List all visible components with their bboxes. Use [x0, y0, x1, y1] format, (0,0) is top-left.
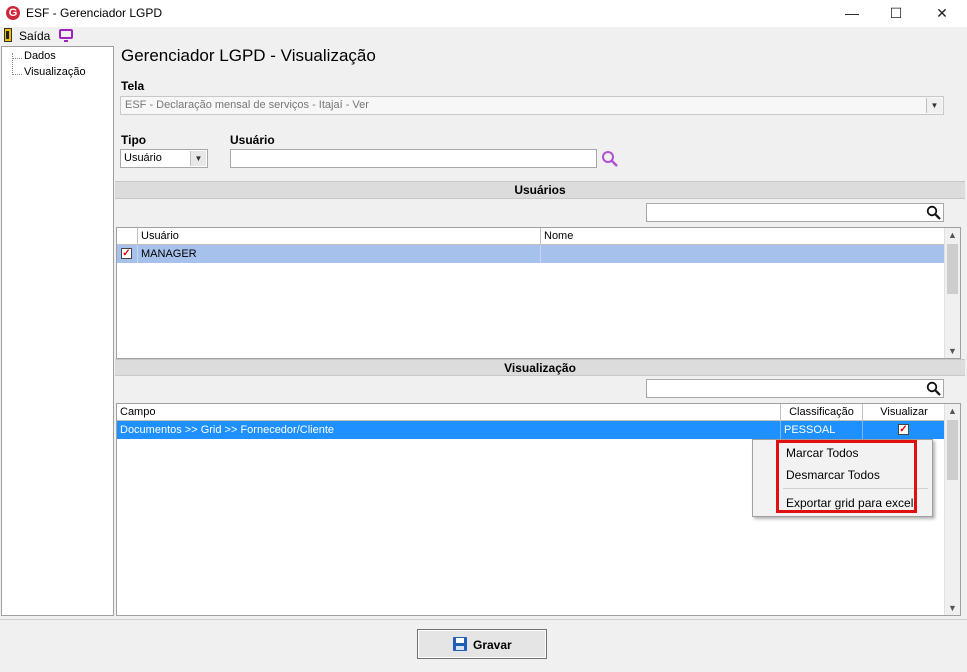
- cell-divider: [137, 245, 138, 263]
- search-icon[interactable]: [601, 150, 619, 168]
- scroll-up-icon[interactable]: ▲: [945, 228, 960, 242]
- cell-divider: [780, 421, 781, 439]
- footer-divider: [0, 619, 967, 620]
- cell-divider: [862, 421, 863, 439]
- tree-item-visualizacao[interactable]: Visualização: [24, 66, 86, 78]
- view-search-input[interactable]: [646, 379, 944, 398]
- window-title: ESF - Gerenciador LGPD: [26, 6, 163, 20]
- users-search-input[interactable]: [646, 203, 944, 222]
- view-grid-scrollbar[interactable]: ▲ ▼: [944, 404, 960, 615]
- tree-connector: [12, 53, 13, 75]
- users-grid-column-usuario[interactable]: Usuário: [138, 228, 541, 244]
- usuario-input[interactable]: [230, 149, 597, 168]
- scroll-down-icon[interactable]: ▼: [945, 344, 960, 358]
- users-grid-check-column: [117, 228, 138, 244]
- users-grid-scrollbar[interactable]: ▲ ▼: [944, 228, 960, 358]
- exit-door-icon[interactable]: [4, 28, 12, 42]
- page-title: Gerenciador LGPD - Visualização: [121, 46, 376, 65]
- app-logo-icon: G: [6, 6, 20, 20]
- tree-item-dados[interactable]: Dados: [24, 50, 56, 62]
- tipo-select-value: Usuário: [124, 152, 162, 164]
- scroll-down-icon[interactable]: ▼: [945, 601, 960, 615]
- tela-select-value: ESF - Declaração mensal de serviços - It…: [125, 99, 369, 111]
- users-grid-column-nome[interactable]: Nome: [541, 228, 945, 244]
- exit-button[interactable]: Saída: [19, 29, 50, 43]
- cell-divider: [540, 245, 541, 263]
- tela-select[interactable]: ESF - Declaração mensal de serviços - It…: [120, 96, 944, 115]
- tree-connector: [12, 74, 22, 75]
- minimize-button[interactable]: —: [829, 0, 875, 27]
- tipo-label: Tipo: [121, 133, 147, 147]
- view-grid-column-classificacao[interactable]: Classificação: [781, 404, 863, 420]
- scroll-thumb[interactable]: [947, 420, 958, 480]
- usuario-label: Usuário: [230, 133, 275, 147]
- view-grid-column-campo[interactable]: Campo: [117, 404, 781, 420]
- highlight-annotation-box: [776, 440, 917, 513]
- view-grid-column-visualizar[interactable]: Visualizar: [863, 404, 945, 420]
- view-grid-header: Campo Classificação Visualizar: [117, 404, 945, 421]
- row-campo: Documentos >> Grid >> Fornecedor/Cliente: [120, 424, 335, 436]
- visualizar-checkbox[interactable]: ✓: [898, 424, 909, 435]
- scroll-thumb[interactable]: [947, 244, 958, 294]
- tree-connector: [12, 58, 22, 59]
- maximize-button[interactable]: ☐: [873, 0, 919, 27]
- table-row[interactable]: Documentos >> Grid >> Fornecedor/Cliente…: [117, 421, 945, 439]
- floppy-disk-icon: [453, 637, 467, 651]
- row-usuario: MANAGER: [141, 248, 197, 260]
- toolbar: [0, 27, 967, 45]
- users-grid-header: Usuário Nome: [117, 228, 945, 245]
- close-button[interactable]: ✕: [919, 0, 965, 27]
- view-section-header: Visualização: [115, 359, 965, 376]
- scroll-up-icon[interactable]: ▲: [945, 404, 960, 418]
- row-classificacao: PESSOAL: [784, 424, 836, 436]
- save-button-label: Gravar: [473, 638, 512, 652]
- chevron-down-icon[interactable]: ▼: [190, 151, 206, 166]
- search-icon[interactable]: [926, 205, 941, 220]
- search-icon[interactable]: [926, 381, 941, 396]
- monitor-icon[interactable]: [59, 29, 73, 42]
- tela-label: Tela: [121, 79, 145, 93]
- tipo-select[interactable]: Usuário ▼: [120, 149, 208, 168]
- row-checkbox[interactable]: ✓: [121, 248, 132, 259]
- navigation-tree: Dados Visualização: [1, 46, 114, 616]
- save-button[interactable]: Gravar: [417, 629, 547, 659]
- users-grid: Usuário Nome ✓ MANAGER ▲ ▼: [116, 227, 961, 359]
- table-row[interactable]: ✓ MANAGER: [117, 245, 945, 263]
- users-section-header: Usuários: [115, 181, 965, 199]
- chevron-down-icon[interactable]: ▼: [926, 98, 942, 113]
